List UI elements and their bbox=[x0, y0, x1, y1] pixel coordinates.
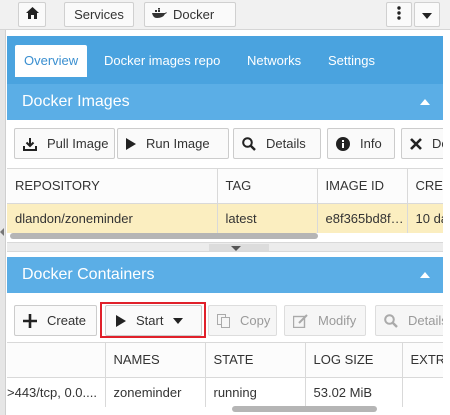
containers-section-title: Docker Containers bbox=[22, 266, 155, 283]
image-details-label: Details bbox=[266, 136, 306, 151]
column-header-ports[interactable] bbox=[7, 343, 106, 378]
containers-section-header[interactable]: Docker Containers bbox=[7, 257, 443, 293]
cell-name: zoneminder bbox=[105, 377, 206, 407]
tab-networks[interactable]: Networks bbox=[238, 45, 310, 77]
copy-icon bbox=[217, 313, 230, 328]
container-details-label: Details bbox=[408, 313, 443, 328]
create-container-label: Create bbox=[47, 313, 87, 328]
tab-overview[interactable]: Overview bbox=[15, 45, 88, 77]
vertical-dots-icon bbox=[397, 6, 401, 23]
tab-bar: Overview Docker images repo Networks Set… bbox=[7, 36, 443, 84]
images-horizontal-scrollbar[interactable] bbox=[10, 233, 318, 239]
play-icon bbox=[126, 137, 136, 150]
column-header-tag[interactable]: TAG bbox=[217, 169, 318, 204]
images-section-header[interactable]: Docker Images bbox=[7, 84, 443, 120]
search-icon bbox=[384, 313, 398, 328]
table-row[interactable]: dlandon/zoneminder latest e8f365bd8f… 10… bbox=[7, 203, 443, 233]
home-button[interactable] bbox=[18, 2, 46, 27]
cell-tag: latest bbox=[217, 203, 318, 233]
edit-icon bbox=[293, 313, 308, 328]
cell-state: running bbox=[205, 377, 306, 407]
close-icon bbox=[410, 137, 422, 150]
column-header-names[interactable]: NAMES bbox=[105, 343, 206, 378]
cell-extra bbox=[402, 377, 443, 407]
breadcrumb-services[interactable]: Services bbox=[64, 2, 134, 27]
breadcrumb-docker[interactable]: Docker bbox=[144, 2, 236, 27]
copy-container-label: Copy bbox=[240, 313, 271, 328]
images-toolbar: Pull Image Run Image Details Info De bbox=[7, 120, 443, 166]
collapse-up-icon[interactable] bbox=[420, 99, 430, 105]
chevron-left-icon bbox=[0, 228, 4, 236]
copy-container-button[interactable]: Copy bbox=[208, 305, 277, 336]
cell-ports: >443/tcp, 0.0.... bbox=[7, 377, 106, 407]
create-container-button[interactable]: Create bbox=[14, 305, 97, 336]
download-icon bbox=[23, 137, 37, 151]
tab-settings[interactable]: Settings bbox=[319, 45, 384, 77]
breadcrumb-bar: Services Docker bbox=[0, 0, 450, 30]
container-details-button[interactable]: Details bbox=[375, 305, 443, 336]
image-info-button[interactable]: Info bbox=[327, 128, 395, 159]
search-icon bbox=[242, 136, 256, 151]
chevron-down-icon bbox=[231, 246, 241, 251]
collapse-up-icon[interactable] bbox=[420, 272, 430, 278]
plus-icon bbox=[23, 313, 37, 328]
more-options-button[interactable] bbox=[386, 2, 412, 27]
modify-container-button[interactable]: Modify bbox=[284, 305, 366, 336]
pull-image-button[interactable]: Pull Image bbox=[14, 128, 115, 159]
images-table: REPOSITORY TAG IMAGE ID CREATED dlandon/… bbox=[7, 168, 443, 240]
home-icon bbox=[25, 7, 39, 22]
table-row[interactable]: >443/tcp, 0.0.... zoneminder running 53.… bbox=[7, 377, 443, 407]
containers-table-header: NAMES STATE LOG SIZE EXTRA bbox=[7, 343, 443, 378]
cell-image-id: e8f365bd8f… bbox=[317, 203, 408, 233]
cell-log-size: 53.02 MiB bbox=[305, 377, 403, 407]
delete-image-label: De bbox=[432, 136, 443, 151]
column-header-image-id[interactable]: IMAGE ID bbox=[317, 169, 408, 204]
column-header-extra[interactable]: EXTRA bbox=[402, 343, 443, 378]
modify-container-label: Modify bbox=[318, 313, 357, 328]
run-image-button[interactable]: Run Image bbox=[117, 128, 229, 159]
sidebar-collapse-handle[interactable] bbox=[0, 30, 6, 415]
breadcrumb-docker-label: Docker bbox=[173, 7, 215, 22]
info-icon bbox=[336, 136, 350, 151]
containers-toolbar: Create Start Copy Modify Details bbox=[7, 297, 443, 343]
breadcrumb-services-label: Services bbox=[74, 7, 124, 22]
column-header-created[interactable]: CREATED bbox=[407, 169, 443, 204]
caret-down-icon bbox=[422, 7, 432, 22]
containers-horizontal-scrollbar[interactable] bbox=[232, 406, 377, 412]
pull-image-label: Pull Image bbox=[47, 136, 109, 151]
delete-image-button[interactable]: De bbox=[401, 128, 443, 159]
images-section-title: Docker Images bbox=[22, 93, 130, 110]
docker-whale-icon bbox=[151, 7, 167, 22]
image-details-button[interactable]: Details bbox=[233, 128, 321, 159]
column-header-state[interactable]: STATE bbox=[205, 343, 306, 378]
panel-splitter[interactable] bbox=[7, 242, 443, 252]
run-image-label: Run Image bbox=[146, 136, 210, 151]
tab-docker-images-repo[interactable]: Docker images repo bbox=[95, 45, 229, 77]
image-info-label: Info bbox=[360, 136, 382, 151]
containers-table: NAMES STATE LOG SIZE EXTRA >443/tcp, 0.0… bbox=[7, 342, 443, 415]
highlight-annotation bbox=[100, 302, 206, 338]
images-table-header: REPOSITORY TAG IMAGE ID CREATED bbox=[7, 169, 443, 204]
cell-created: 10 days bbox=[407, 203, 443, 233]
menu-dropdown-button[interactable] bbox=[414, 2, 440, 27]
column-header-repository[interactable]: REPOSITORY bbox=[7, 169, 218, 204]
cell-repository: dlandon/zoneminder bbox=[7, 203, 218, 233]
column-header-log-size[interactable]: LOG SIZE bbox=[305, 343, 403, 378]
